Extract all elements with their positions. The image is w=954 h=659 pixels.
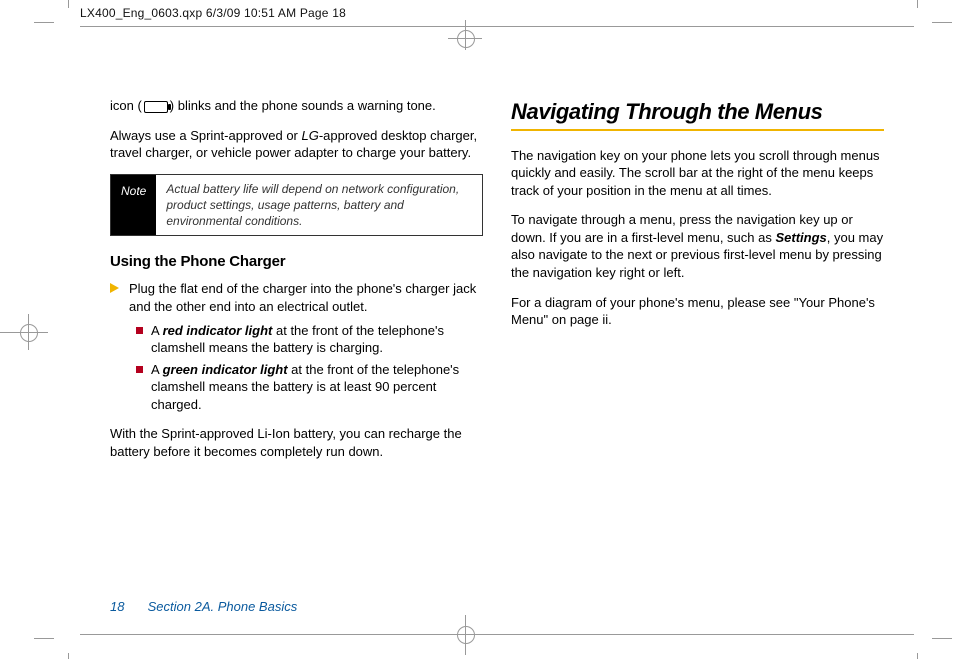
- note-text: Actual battery life will depend on netwo…: [156, 175, 482, 236]
- title-underline: [511, 129, 884, 131]
- note-label: Note: [111, 175, 156, 236]
- battery-icon: [144, 101, 168, 113]
- bullet-text: A red indicator light at the front of th…: [151, 322, 483, 357]
- column-right: Navigating Through the Menus The navigat…: [511, 97, 884, 604]
- page-number: 18: [110, 599, 144, 614]
- subheading-charger: Using the Phone Charger: [110, 252, 483, 272]
- registration-mark-left: [0, 302, 70, 362]
- column-left: icon () blinks and the phone sounds a wa…: [110, 97, 483, 604]
- paragraph: The navigation key on your phone lets yo…: [511, 147, 884, 200]
- print-sheet: LX400_Eng_0603.qxp 6/3/09 10:51 AM Page …: [0, 0, 954, 659]
- square-bullet-icon: [136, 327, 143, 334]
- square-bullet-icon: [136, 366, 143, 373]
- slug-line: LX400_Eng_0603.qxp 6/3/09 10:51 AM Page …: [80, 6, 346, 20]
- step-row: Plug the flat end of the charger into th…: [110, 280, 483, 315]
- bullet-row: A red indicator light at the front of th…: [136, 322, 483, 357]
- play-bullet-icon: [110, 283, 119, 293]
- paragraph: To navigate through a menu, press the na…: [511, 211, 884, 281]
- bullet-row: A green indicator light at the front of …: [136, 361, 483, 414]
- paragraph: With the Sprint-approved Li-Ion battery,…: [110, 425, 483, 460]
- bullet-text: A green indicator light at the front of …: [151, 361, 483, 414]
- page-frame: icon () blinks and the phone sounds a wa…: [80, 26, 914, 635]
- note-box: Note Actual battery life will depend on …: [110, 174, 483, 237]
- page-footer: 18 Section 2A. Phone Basics: [110, 599, 297, 614]
- section-title: Navigating Through the Menus: [511, 97, 884, 127]
- step-text: Plug the flat end of the charger into th…: [129, 280, 483, 315]
- paragraph: Always use a Sprint-approved or LG-appro…: [110, 127, 483, 162]
- section-label: Section 2A. Phone Basics: [148, 599, 298, 614]
- paragraph: For a diagram of your phone's menu, plea…: [511, 294, 884, 329]
- paragraph: icon () blinks and the phone sounds a wa…: [110, 97, 483, 115]
